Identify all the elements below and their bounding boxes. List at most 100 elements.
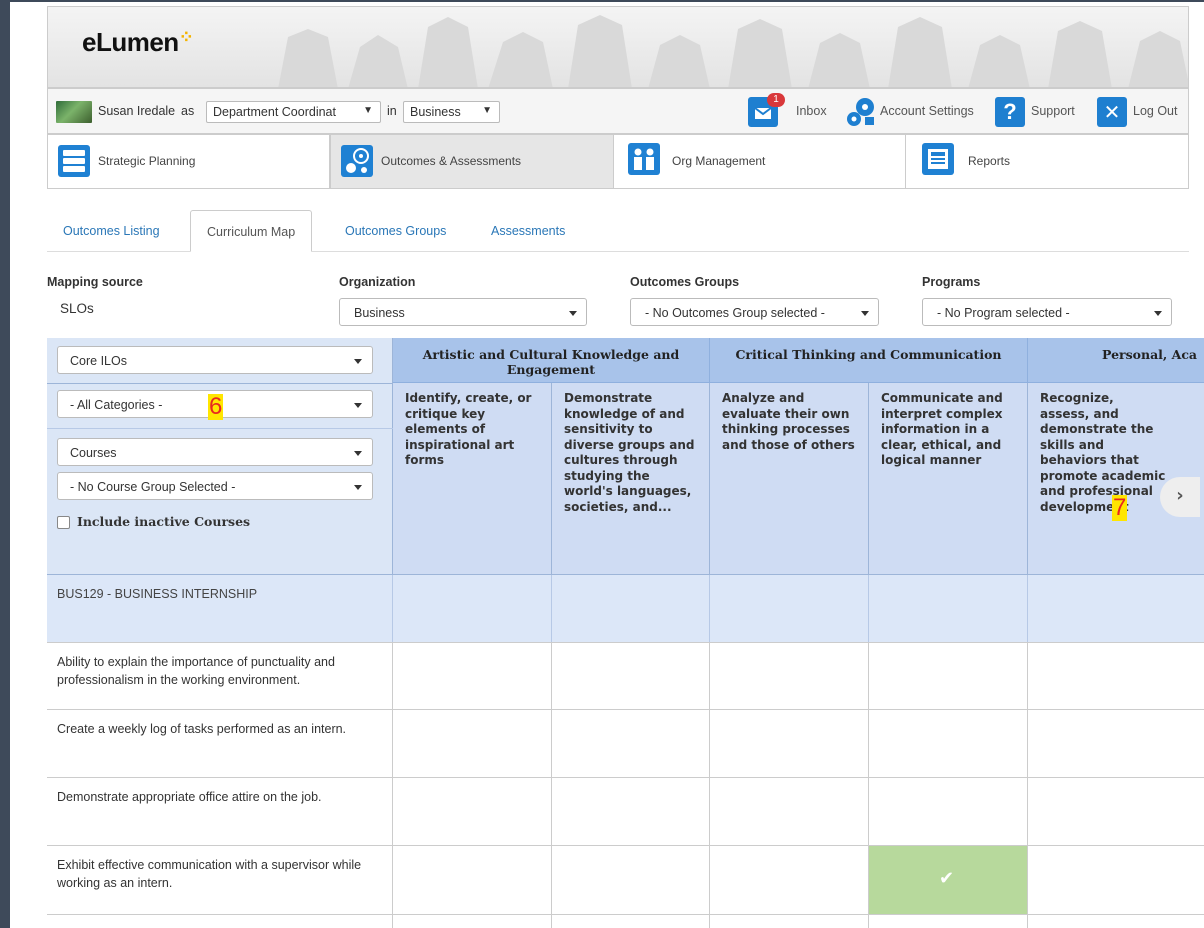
course-group-value: - No Course Group Selected - <box>70 480 236 494</box>
tab-outcomes-listing[interactable]: Outcomes Listing <box>47 210 176 252</box>
module-org-management[interactable]: Org Management <box>614 135 906 188</box>
tab-assessments[interactable]: Assessments <box>475 210 581 252</box>
map-cell[interactable] <box>869 915 1028 928</box>
map-cell[interactable] <box>552 643 710 709</box>
outcome-row: Exhibit effective communication with a s… <box>47 846 1204 915</box>
outcomes-groups-value: - No Outcomes Group selected - <box>645 306 825 320</box>
map-cell[interactable] <box>710 710 869 777</box>
outcome-row: Demonstrate appropriate office attire on… <box>47 778 1204 846</box>
elumen-logo[interactable]: eLumen⁘ <box>82 27 194 58</box>
map-cell[interactable] <box>1028 915 1204 928</box>
map-cell[interactable] <box>869 710 1028 777</box>
category-header: Personal, Aca <box>1028 338 1204 383</box>
module-reports[interactable]: Reports <box>906 135 1190 188</box>
annotation-marker: 7 <box>1112 494 1128 521</box>
logout-link[interactable]: Log Out <box>1133 104 1177 118</box>
ilo-select-value: Core ILOs <box>70 354 127 368</box>
module-strategic-planning[interactable]: Strategic Planning <box>48 135 330 188</box>
map-cell[interactable] <box>710 846 869 914</box>
map-cell[interactable] <box>393 710 552 777</box>
programs-value: - No Program selected - <box>937 306 1070 320</box>
course-name[interactable]: BUS129 - BUSINESS INTERNSHIP <box>47 575 393 642</box>
map-cell[interactable] <box>393 643 552 709</box>
avatar <box>56 101 92 123</box>
tab-outcomes-groups[interactable]: Outcomes Groups <box>329 210 462 252</box>
module-label: Reports <box>968 154 1011 168</box>
map-cell[interactable] <box>393 846 552 914</box>
support-link[interactable]: Support <box>1031 104 1075 118</box>
organization-label: Organization <box>339 275 416 289</box>
map-cell[interactable] <box>869 643 1028 709</box>
outcome-text: Exhibit effective communication with a s… <box>47 846 393 914</box>
checkmark-icon: ✔ <box>939 868 955 889</box>
course-type-value: Courses <box>70 446 117 460</box>
map-cell[interactable] <box>869 575 1028 642</box>
outcomes-groups-select[interactable]: - No Outcomes Group selected - <box>630 298 879 326</box>
ilo-column-header[interactable]: Communicate and interpret complex inform… <box>869 383 1028 575</box>
account-settings-link[interactable]: Account Settings <box>880 104 974 118</box>
map-cell[interactable] <box>552 915 710 928</box>
question-icon[interactable]: ? <box>995 97 1025 127</box>
map-cell[interactable] <box>710 778 869 845</box>
outcome-text: Demonstrate appropriate office attire on… <box>47 778 393 845</box>
map-cell[interactable] <box>1028 643 1204 709</box>
as-label: as <box>181 104 195 118</box>
outcome-text: Create a weekly log of tasks performed a… <box>47 710 393 777</box>
outcome-text: Produce accurate work time records durin… <box>47 915 393 928</box>
outcome-text: Ability to explain the importance of pun… <box>47 643 393 709</box>
module-label: Outcomes & Assessments <box>381 154 522 168</box>
map-cell[interactable] <box>393 575 552 642</box>
outcomes-groups-label: Outcomes Groups <box>630 275 740 289</box>
ilo-select[interactable]: Core ILOs <box>57 346 373 374</box>
organization-select[interactable]: Business <box>339 298 587 326</box>
category-header: Critical Thinking and Communication <box>710 338 1028 383</box>
map-cell[interactable] <box>869 778 1028 845</box>
chevron-right-icon[interactable]: › <box>1160 477 1200 517</box>
tab-curriculum-map[interactable]: Curriculum Map <box>190 210 313 252</box>
course-row: BUS129 - BUSINESS INTERNSHIP <box>47 575 1204 643</box>
outcome-row: Ability to explain the importance of pun… <box>47 643 1204 710</box>
course-group-select[interactable]: - No Course Group Selected - <box>57 472 373 500</box>
programs-select[interactable]: - No Program selected - <box>922 298 1172 326</box>
map-cell[interactable] <box>1028 846 1204 914</box>
map-cell[interactable] <box>552 778 710 845</box>
module-nav: Strategic Planning Outcomes & Assessment… <box>47 134 1189 189</box>
map-cell[interactable] <box>552 710 710 777</box>
map-cell[interactable] <box>393 778 552 845</box>
ilo-column-header[interactable]: Demonstrate knowledge of and sensitivity… <box>552 383 710 575</box>
outcome-row: Create a weekly log of tasks performed a… <box>47 710 1204 778</box>
module-outcomes-assessments[interactable]: Outcomes & Assessments <box>330 135 614 188</box>
map-cell[interactable] <box>710 575 869 642</box>
role-select[interactable]: Department Coordinat ▼ <box>206 101 381 123</box>
inbox-link[interactable]: Inbox <box>796 104 827 118</box>
map-cell[interactable] <box>552 846 710 914</box>
include-inactive-checkbox[interactable] <box>57 516 70 529</box>
map-cell[interactable] <box>710 915 869 928</box>
ilo-column-header[interactable]: Analyze and evaluate their own thinking … <box>710 383 869 575</box>
programs-label: Programs <box>922 275 981 289</box>
target-gears-icon <box>341 145 373 177</box>
caret-down-icon <box>569 311 577 316</box>
caret-down-icon <box>354 359 362 364</box>
map-cell[interactable] <box>393 915 552 928</box>
chevron-down-icon: ▼ <box>482 105 492 116</box>
in-label: in <box>387 104 397 118</box>
role-value: Department Coordinat <box>213 105 336 119</box>
org-select[interactable]: Business ▼ <box>403 101 500 123</box>
gears-icon[interactable] <box>843 95 874 126</box>
user-name: Susan Iredale <box>98 104 176 118</box>
caret-down-icon <box>354 451 362 456</box>
map-cell[interactable] <box>1028 710 1204 777</box>
ilo-column-header[interactable]: Identify, create, or critique key elemen… <box>393 383 552 575</box>
logo-dots-icon: ⁘ <box>178 27 194 47</box>
divider <box>47 383 393 384</box>
close-icon[interactable]: ✕ <box>1097 97 1127 127</box>
map-cell[interactable] <box>1028 575 1204 642</box>
caret-down-icon <box>861 311 869 316</box>
module-label: Org Management <box>672 154 766 168</box>
course-type-select[interactable]: Courses <box>57 438 373 466</box>
map-cell[interactable] <box>1028 778 1204 845</box>
map-cell[interactable] <box>552 575 710 642</box>
map-cell-mapped[interactable]: ✔ <box>869 846 1028 914</box>
map-cell[interactable] <box>710 643 869 709</box>
